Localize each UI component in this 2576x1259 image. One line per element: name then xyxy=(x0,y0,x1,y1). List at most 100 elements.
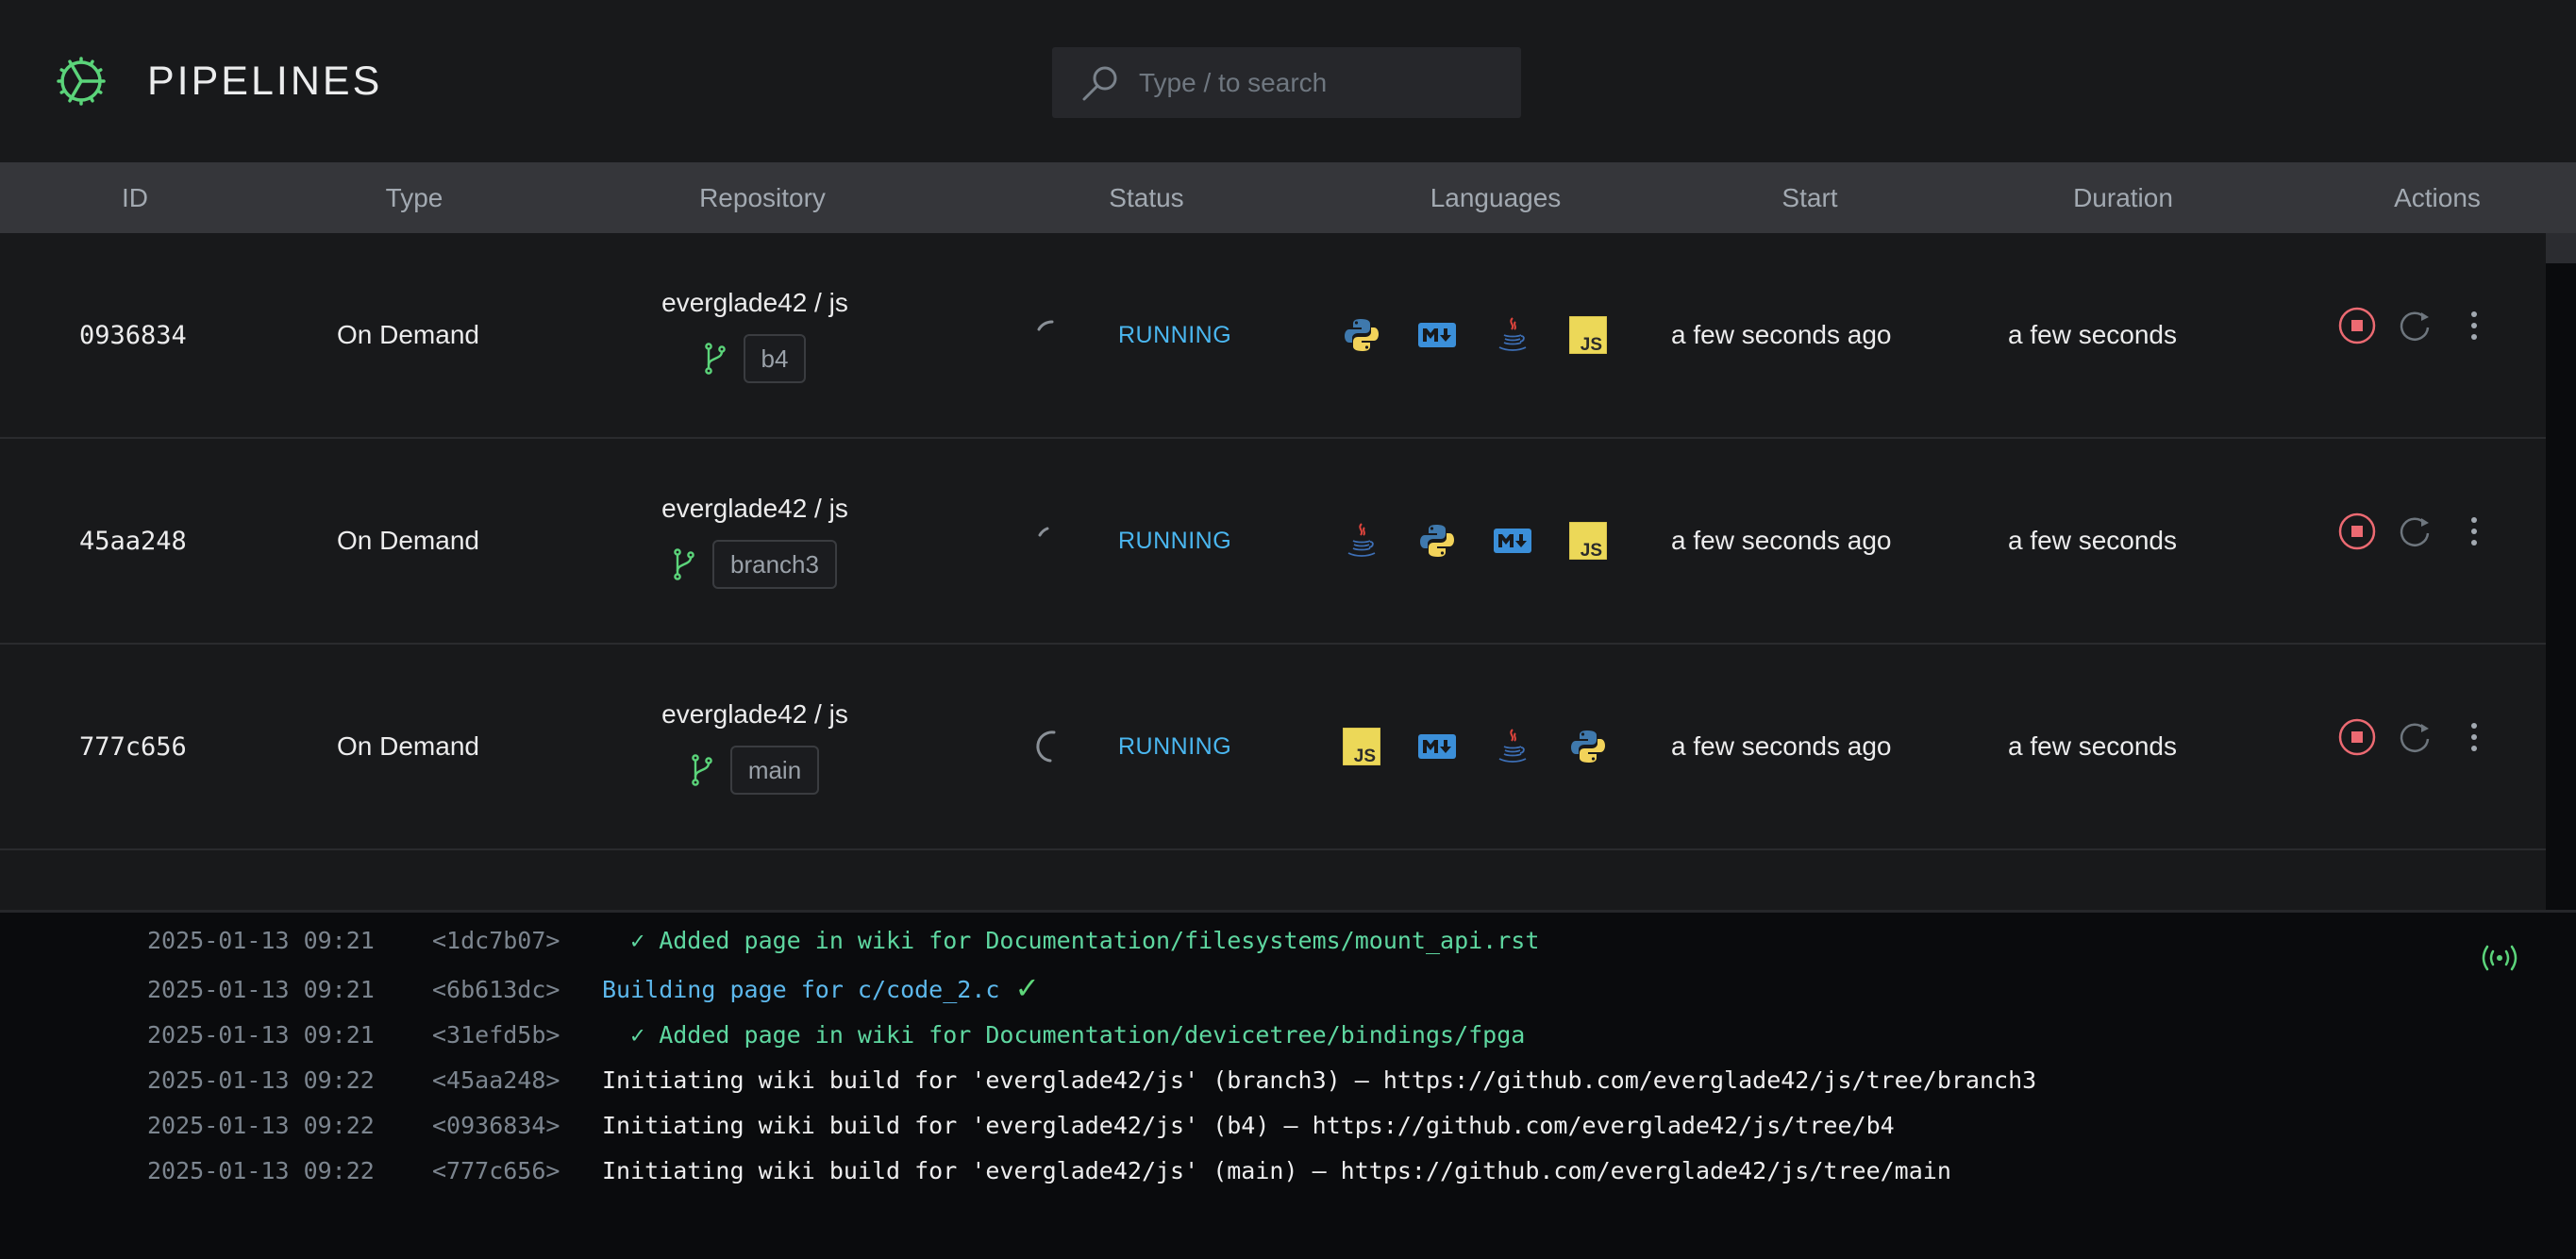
git-branch-icon xyxy=(674,548,694,580)
stop-icon xyxy=(2338,307,2376,344)
log-timestamp: 2025-01-13 09:22 xyxy=(147,1157,375,1184)
log-line: 2025-01-13 09:21 <1dc7b07> ✓ Added page i… xyxy=(147,922,1539,960)
repository-name[interactable]: everglade42 / js xyxy=(661,698,848,730)
duration: a few seconds xyxy=(2008,731,2177,761)
search-box[interactable] xyxy=(1052,47,1521,118)
markdown-icon xyxy=(1417,727,1457,766)
column-header-repository[interactable]: Repository xyxy=(699,162,826,233)
svg-text:JS: JS xyxy=(1581,335,1602,354)
status-badge: RUNNING xyxy=(1118,527,1232,554)
spinner-icon xyxy=(1037,320,1054,331)
actions-cell xyxy=(2338,635,2493,839)
log-pipeline-id[interactable]: <0936834> xyxy=(432,1107,602,1145)
start-time: a few seconds ago xyxy=(1671,320,1892,349)
pipeline-id[interactable]: 0936834 xyxy=(79,233,187,437)
stop-button[interactable] xyxy=(2338,307,2376,344)
table-row[interactable]: 777c656 On Demand everglade42 / js main xyxy=(0,645,2546,850)
start-time: a few seconds ago xyxy=(1671,731,1892,761)
more-options-button[interactable] xyxy=(2455,718,2493,756)
log-message: Initiating wiki build for 'everglade42/j… xyxy=(602,1157,1951,1184)
pipeline-id[interactable]: 777c656 xyxy=(79,645,187,848)
duration: a few seconds xyxy=(2008,526,2177,555)
stop-icon xyxy=(2338,512,2376,550)
log-line: 2025-01-13 09:21 <31efd5b> ✓ Added page i… xyxy=(147,1016,1525,1054)
javascript-icon: JS xyxy=(1568,521,1608,561)
repository-name[interactable]: everglade42 / js xyxy=(661,493,848,525)
branch-tag: branch3 xyxy=(712,540,837,589)
languages-cell: JS xyxy=(1342,233,1608,437)
start-time: a few seconds ago xyxy=(1671,526,1892,555)
pipeline-type: On Demand xyxy=(337,731,479,761)
table-row[interactable]: 0936834 On Demand everglade42 / js b4 RU… xyxy=(0,233,2546,439)
restart-icon xyxy=(2400,723,2430,752)
column-header-status[interactable]: Status xyxy=(1109,162,1183,233)
log-timestamp: 2025-01-13 09:21 xyxy=(147,1021,375,1049)
status-cell: RUNNING xyxy=(1033,645,1231,848)
column-header-duration[interactable]: Duration xyxy=(2073,162,2173,233)
top-bar: PIPELINES xyxy=(0,0,2576,161)
search-input[interactable] xyxy=(1139,47,1507,118)
scrollbar-thumb[interactable] xyxy=(2546,233,2576,263)
more-vertical-icon xyxy=(2471,723,2477,751)
javascript-icon: JS xyxy=(1342,727,1381,766)
branch-info: branch3 xyxy=(673,540,837,589)
pipelines-table: 0936834 On Demand everglade42 / js b4 RU… xyxy=(0,233,2546,912)
restart-button[interactable] xyxy=(2397,512,2434,550)
repository-name[interactable]: everglade42 / js xyxy=(661,287,848,319)
log-pipeline-id[interactable]: <1dc7b07> xyxy=(432,922,602,960)
restart-button[interactable] xyxy=(2397,718,2434,756)
log-message: Initiating wiki build for 'everglade42/j… xyxy=(602,1112,1895,1139)
column-header-actions: Actions xyxy=(2394,183,2481,212)
repository-cell: everglade42 / js branch3 xyxy=(574,439,936,643)
status-badge: RUNNING xyxy=(1118,732,1232,760)
java-icon xyxy=(1493,315,1532,355)
javascript-icon: JS xyxy=(1568,315,1608,355)
restart-button[interactable] xyxy=(2397,307,2434,344)
log-timestamp: 2025-01-13 09:22 xyxy=(147,1066,375,1094)
java-icon xyxy=(1493,727,1532,766)
languages-cell: JS xyxy=(1342,645,1608,848)
actions-cell xyxy=(2338,233,2493,428)
log-message: ✓ Added page in wiki for Documentation/d… xyxy=(602,1021,1526,1049)
table-row[interactable]: 45aa248 On Demand everglade42 / js branc… xyxy=(0,439,2546,645)
log-pipeline-id[interactable]: <31efd5b> xyxy=(432,1016,602,1054)
python-icon xyxy=(1342,315,1381,355)
status-cell: RUNNING xyxy=(1033,439,1231,643)
broadcast-icon[interactable] xyxy=(2480,943,2519,973)
log-line: 2025-01-13 09:22 <777c656> Initiating wiki… xyxy=(147,1152,1951,1190)
log-pipeline-id[interactable]: <777c656> xyxy=(432,1152,602,1190)
spinner-icon xyxy=(1038,527,1049,537)
repository-cell: everglade42 / js main xyxy=(574,645,936,848)
branch-tag: b4 xyxy=(743,334,807,383)
status-badge: RUNNING xyxy=(1118,321,1232,348)
log-timestamp: 2025-01-13 09:21 xyxy=(147,927,375,954)
log-pipeline-id[interactable]: <6b613dc> xyxy=(432,971,602,1009)
branch-info: main xyxy=(691,746,820,795)
spinner-icon xyxy=(1036,730,1056,763)
restart-icon xyxy=(2400,311,2430,341)
python-icon xyxy=(1417,521,1457,561)
stop-button[interactable] xyxy=(2338,512,2376,550)
log-panel: 2025-01-13 09:21 <1dc7b07> ✓ Added page i… xyxy=(0,910,2576,1259)
python-icon xyxy=(1568,727,1608,766)
more-options-button[interactable] xyxy=(2455,512,2493,550)
branch-tag: main xyxy=(729,746,820,795)
git-branch-icon xyxy=(704,343,726,375)
markdown-icon xyxy=(1417,315,1457,355)
more-options-button[interactable] xyxy=(2455,307,2493,344)
markdown-icon xyxy=(1493,521,1532,561)
pipeline-id[interactable]: 45aa248 xyxy=(79,439,187,643)
stop-button[interactable] xyxy=(2338,718,2376,756)
gear-icon xyxy=(57,57,106,106)
column-header-start[interactable]: Start xyxy=(1781,162,1837,233)
duration: a few seconds xyxy=(2008,320,2177,349)
svg-text:JS: JS xyxy=(1354,747,1376,765)
log-message: ✓ Added page in wiki for Documentation/f… xyxy=(602,927,1540,954)
column-header-id[interactable]: ID xyxy=(122,162,148,233)
column-header-languages[interactable]: Languages xyxy=(1430,162,1562,233)
actions-cell xyxy=(2338,429,2493,633)
column-header-type[interactable]: Type xyxy=(386,162,443,233)
stop-icon xyxy=(2338,718,2376,756)
log-pipeline-id[interactable]: <45aa248> xyxy=(432,1062,602,1100)
table-scrollbar[interactable] xyxy=(2546,233,2576,912)
